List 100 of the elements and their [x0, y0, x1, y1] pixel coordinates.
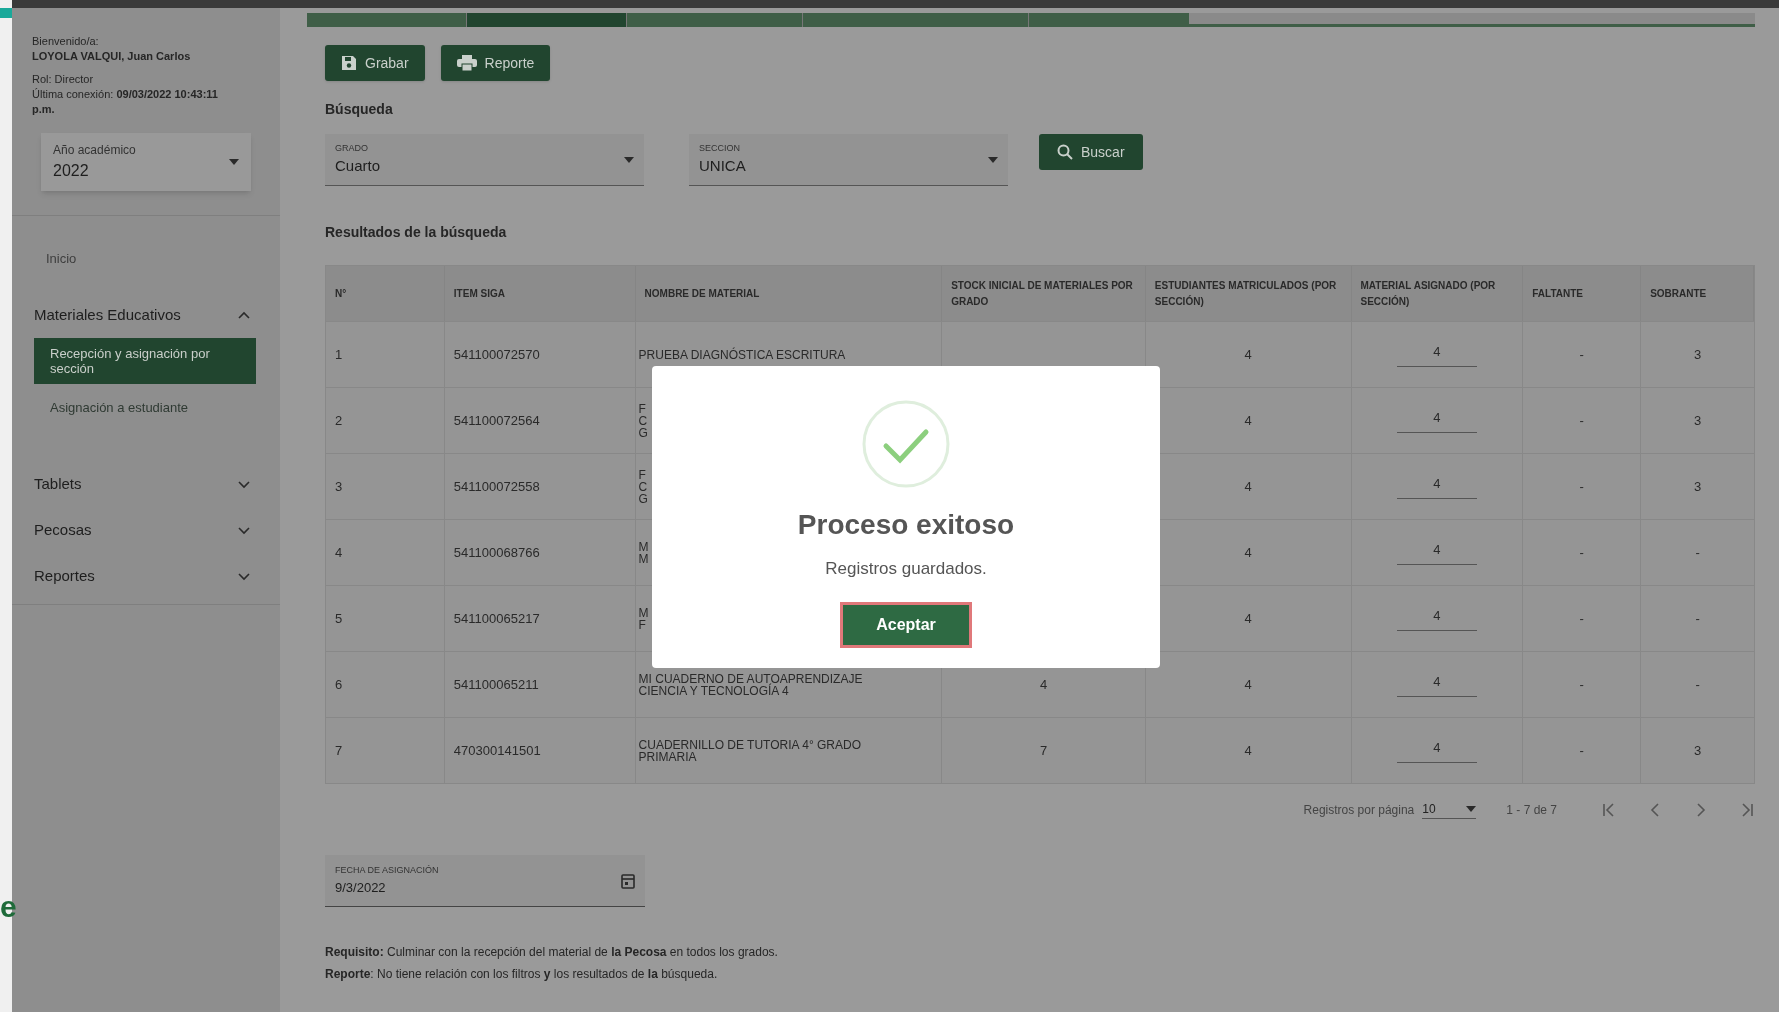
field-label: Año académico: [53, 142, 136, 159]
column-header: ITEM SIGA: [444, 266, 636, 321]
table-cell: MI CUADERNO DE AUTOAPRENDIZAJE CIENCIA Y TECNOLOGÍA 4: [638, 672, 863, 697]
table-cell: F C G: [638, 468, 648, 505]
table-cell: 3: [326, 454, 445, 519]
date-field[interactable]: FECHA DE ASIGNACIÓN 9/3/2022: [325, 855, 645, 907]
column-header: N°: [326, 266, 445, 321]
per-page-select[interactable]: 10: [1422, 800, 1477, 819]
table-cell-text: 3: [1692, 477, 1703, 496]
search-button[interactable]: Buscar: [1039, 134, 1143, 170]
table-cell: -: [1523, 652, 1642, 717]
field-label: SECCION: [699, 141, 741, 155]
accept-button[interactable]: Aceptar: [840, 601, 972, 648]
table-cell-text: -: [1694, 609, 1701, 628]
save-icon: [341, 55, 357, 71]
table-cell: 541100065211: [444, 652, 636, 717]
column-header: STOCK INICIAL DE MATERIALES POR GRADO: [942, 266, 1146, 321]
field-label: FECHA DE ASIGNACIÓN: [335, 864, 439, 877]
report-button[interactable]: Reporte: [440, 45, 551, 81]
table-cell: F C G: [638, 402, 648, 439]
nav-link[interactable]: Inicio: [46, 251, 77, 266]
caret-icon: [229, 159, 239, 165]
table-cell: 541100072558: [444, 454, 636, 519]
table-cell: 541100072570: [444, 322, 636, 387]
success-check-icon: [862, 400, 950, 488]
column-header: MATERIAL ASIGNADO (POR SECCIÓN): [1351, 266, 1524, 321]
last-page-icon[interactable]: [1739, 801, 1755, 818]
field-label: GRADO: [335, 141, 369, 155]
quantity-input[interactable]: 4: [1396, 474, 1477, 499]
section-title: Búsqueda: [325, 100, 394, 119]
field-value: 9/3/2022: [335, 878, 387, 897]
table-cell: 5: [326, 586, 445, 651]
calendar-icon: [621, 872, 635, 889]
table-cell: 7: [326, 718, 445, 783]
table-cell-text: 3: [1692, 411, 1703, 430]
table-cell-text: 3: [1692, 741, 1703, 760]
table-cell: M F: [638, 606, 649, 631]
year-select[interactable]: Año académico 2022: [41, 133, 251, 191]
table-cell: 4: [326, 520, 445, 585]
nav-subitem[interactable]: Asignación a estudiante: [34, 394, 256, 422]
accent-bar: [0, 8, 12, 18]
column-header: ESTUDIANTES MATRICULADOS (POR SECCIÓN): [1145, 266, 1352, 321]
table-cell: 541100065217: [444, 586, 636, 651]
quantity-input[interactable]: 4: [1396, 540, 1477, 565]
page-range: 1 - 7 de 7: [1506, 801, 1557, 819]
table-cell: M M: [638, 540, 649, 565]
chevron-down-icon: [238, 526, 250, 535]
table-cell-text: 4: [1039, 675, 1048, 694]
section-title: Resultados de la búsqueda: [325, 223, 508, 242]
table-cell: 4: [1145, 718, 1352, 783]
table-cell-text: 3: [1692, 345, 1703, 364]
search-icon: [1057, 144, 1073, 160]
caret-icon: [988, 156, 998, 163]
table-cell: -: [1523, 586, 1642, 651]
quantity-input[interactable]: 4: [1396, 408, 1477, 433]
select-field[interactable]: SECCION UNICA: [689, 134, 1008, 186]
nav-subitem[interactable]: Recepción y asignación por sección: [34, 338, 256, 384]
table-cell: 470300141501: [444, 718, 636, 783]
nav-group[interactable]: Tablets: [12, 461, 280, 508]
page-fragment: e: [0, 892, 17, 922]
chevron-down-icon: [238, 572, 250, 581]
field-value: 2022: [53, 161, 90, 181]
select-field[interactable]: GRADO Cuarto: [325, 134, 644, 186]
column-header: NOMBRE DE MATERIAL: [635, 266, 943, 321]
greeting-text: Bienvenido/a:: [32, 34, 100, 49]
table-cell: 541100068766: [444, 520, 636, 585]
nav-group[interactable]: Pecosas: [12, 507, 280, 554]
note-text: Requisito: Culminar con la recepción del material de la Pecosa en todos los grados.: [325, 944, 779, 961]
column-header: SOBRANTE: [1641, 266, 1754, 321]
role-text: Rol: Director: [32, 72, 95, 87]
first-page-icon[interactable]: [1601, 801, 1617, 818]
save-button[interactable]: Grabar: [325, 45, 425, 81]
per-page-label: Registros por página: [1303, 801, 1415, 819]
table-cell-text: -: [1694, 543, 1701, 562]
caret-icon: [624, 156, 634, 163]
table-cell-text: 7: [1039, 741, 1048, 760]
dialog-title: Proceso exitoso: [797, 508, 1015, 542]
table-cell: -: [1523, 388, 1642, 453]
quantity-input[interactable]: 4: [1396, 738, 1477, 763]
table-cell: -: [1523, 454, 1642, 519]
quantity-input[interactable]: 4: [1396, 606, 1477, 631]
nav-group[interactable]: Reportes: [12, 553, 280, 600]
table-cell: -: [1523, 520, 1642, 585]
table-cell: 541100072564: [444, 388, 636, 453]
dialog-message: Registros guardados.: [825, 558, 987, 580]
printer-icon: [456, 55, 477, 71]
last-login-text: Última conexión: 09/03/2022 10:43:11 p.m.: [32, 87, 219, 117]
column-header: FALTANTE: [1523, 266, 1642, 321]
table-cell: -: [1523, 718, 1642, 783]
table-cell: 2: [326, 388, 445, 453]
table-cell: -: [1523, 322, 1642, 387]
table-cell: 6: [326, 652, 445, 717]
table-cell: CUADERNILLO DE TUTORIA 4° GRADO PRIMARIA: [638, 738, 861, 763]
chevron-down-icon: [238, 480, 250, 489]
table-cell: 1: [326, 322, 445, 387]
note-text: Reporte: No tiene relación con los filtros y los resultados de la búsqueda.: [325, 966, 719, 983]
quantity-input[interactable]: 4: [1396, 342, 1477, 367]
table-cell: PRUEBA DIAGNÓSTICA ESCRITURA: [638, 348, 846, 361]
quantity-input[interactable]: 4: [1396, 672, 1477, 697]
nav-group[interactable]: Materiales Educativos: [12, 292, 280, 338]
